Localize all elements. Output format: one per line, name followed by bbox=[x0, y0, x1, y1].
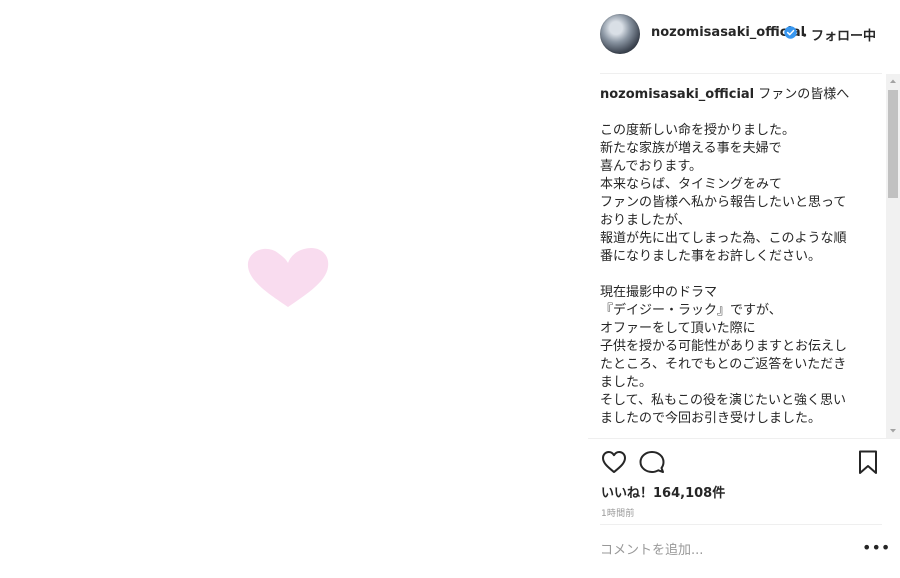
caption-username[interactable]: nozomisasaki_official bbox=[600, 87, 754, 102]
caption-first-line: nozomisasaki_official ファンの皆様へ bbox=[600, 86, 876, 104]
caption: nozomisasaki_official ファンの皆様へ この度新しい命を授か… bbox=[600, 86, 876, 438]
like-count[interactable]: いいね！164,108件 bbox=[601, 482, 725, 501]
header-username[interactable]: nozomisasaki_official bbox=[651, 25, 805, 40]
follow-status-button[interactable]: ・フォロー中 bbox=[798, 25, 876, 44]
caption-intro: ファンの皆様へ bbox=[758, 87, 850, 102]
scroll-up-icon[interactable] bbox=[886, 74, 900, 88]
bookmark-icon[interactable] bbox=[854, 448, 882, 476]
caption-body: この度新しい命を授かりました。 新たな家族が増える事を夫婦で 喜んでおります。 … bbox=[600, 123, 848, 426]
scroll-thumb[interactable] bbox=[888, 90, 898, 198]
action-bar bbox=[600, 448, 882, 476]
scroll-down-icon[interactable] bbox=[886, 424, 900, 438]
post-image[interactable] bbox=[0, 0, 588, 578]
divider bbox=[600, 73, 882, 74]
post-header: nozomisasaki_official ・フォロー中 bbox=[588, 0, 900, 70]
comment-input[interactable] bbox=[600, 538, 850, 562]
post-sidebar: nozomisasaki_official ・フォロー中 nozomisasak… bbox=[588, 0, 900, 578]
verified-badge-icon bbox=[784, 26, 797, 39]
caption-scrollbar[interactable] bbox=[886, 74, 900, 438]
post-timestamp[interactable]: 1時間前 bbox=[601, 506, 635, 519]
more-dots-icon[interactable]: ••• bbox=[862, 540, 890, 560]
heart-image bbox=[247, 247, 329, 307]
divider bbox=[600, 524, 882, 525]
profile-avatar[interactable] bbox=[600, 14, 640, 54]
heart-outline-icon[interactable] bbox=[600, 448, 628, 476]
comment-bubble-icon[interactable] bbox=[638, 448, 666, 476]
divider bbox=[588, 438, 900, 439]
